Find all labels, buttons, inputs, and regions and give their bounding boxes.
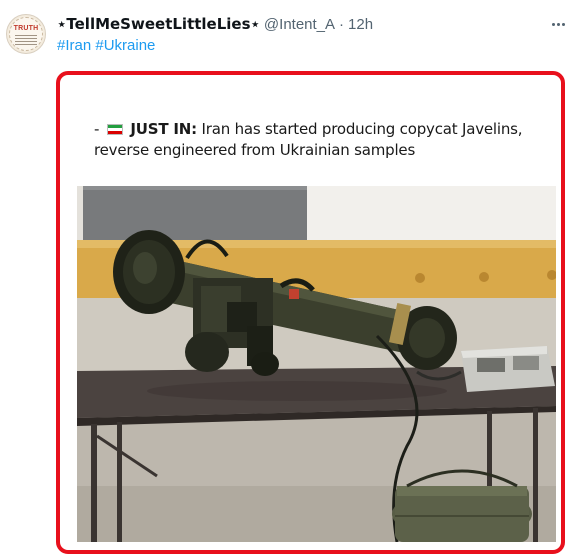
separator-dot: · [339, 16, 345, 33]
hashtag-ukraine[interactable]: #Ukraine [95, 37, 155, 54]
prefix-dash: - [94, 120, 100, 138]
avatar[interactable]: TRUTH [6, 14, 46, 54]
tweet-header: ⋆TellMeSweetLittleLies⋆ @Intent_A · 12h [57, 15, 373, 35]
hashtags: #Iran #Ukraine [57, 37, 155, 54]
tweet: TRUTH ⋆TellMeSweetLittleLies⋆ @Intent_A … [0, 0, 568, 556]
avatar-pattern [15, 33, 37, 45]
display-name[interactable]: ⋆TellMeSweetLittleLies⋆ [57, 15, 260, 33]
timestamp[interactable]: 12h [348, 16, 373, 33]
iran-flag-icon [106, 124, 123, 135]
headline-label: JUST IN: [130, 120, 197, 138]
user-handle[interactable]: @Intent_A [264, 16, 335, 33]
more-options-icon[interactable] [548, 14, 568, 34]
highlighted-media-frame[interactable]: - JUST IN: Iran has started producing co… [56, 71, 565, 554]
avatar-image: TRUTH [9, 17, 43, 51]
embedded-post-text: - JUST IN: Iran has started producing co… [94, 119, 554, 161]
avatar-text: TRUTH [13, 24, 39, 32]
javelin-photo[interactable] [77, 186, 556, 542]
hashtag-iran[interactable]: #Iran [57, 37, 91, 54]
